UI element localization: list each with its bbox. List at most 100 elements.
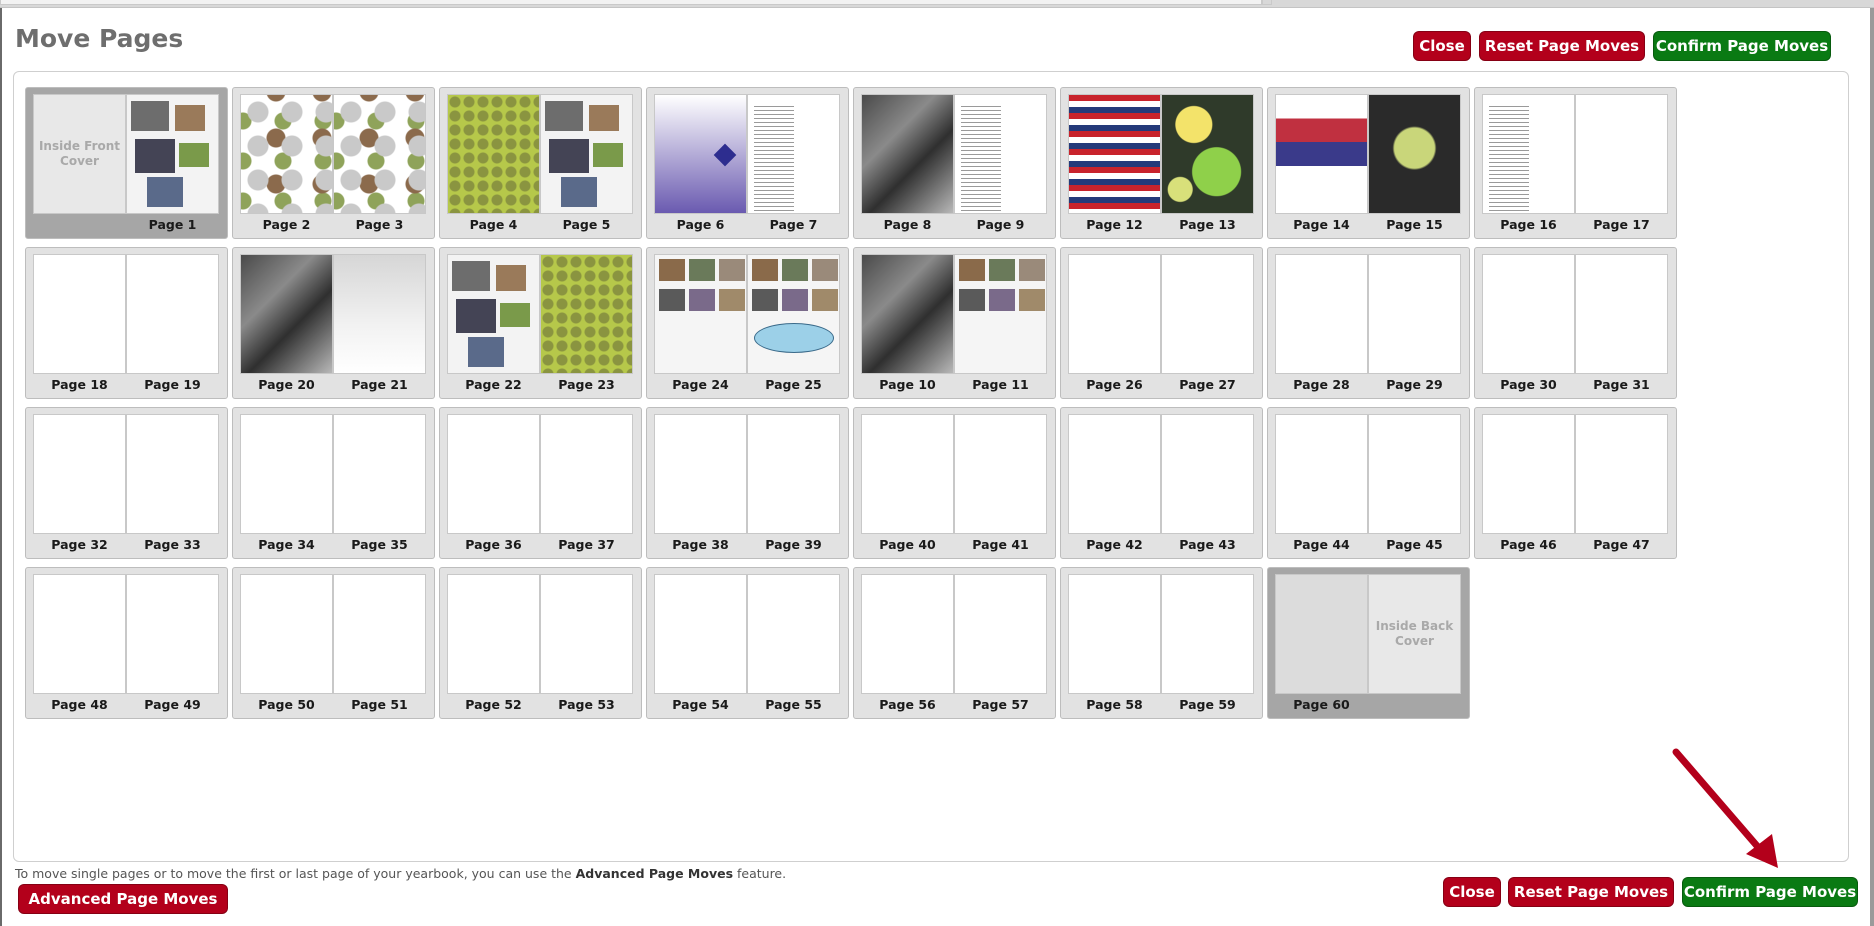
page-spread[interactable]: Page 34 Page 35	[232, 407, 435, 559]
page-thumbnail	[861, 414, 954, 534]
page-spread[interactable]: Page 56 Page 57	[853, 567, 1056, 719]
page-spread[interactable]: Page 38 Page 39	[646, 407, 849, 559]
page-spread[interactable]: Page 58 Page 59	[1060, 567, 1263, 719]
page-spread[interactable]: Page 6 Page 7	[646, 87, 849, 239]
page-thumbnail	[1275, 254, 1368, 374]
page-label: Page 41	[972, 537, 1029, 552]
page-spread[interactable]: Page 24 Page 25	[646, 247, 849, 399]
advanced-page-moves-button[interactable]: Advanced Page Moves	[18, 884, 228, 914]
page-thumbnail	[1068, 94, 1161, 214]
thumbnail-image	[1162, 95, 1253, 213]
page-thumbnail	[333, 254, 426, 374]
page-label: Page 53	[558, 697, 615, 712]
window-scrollbar[interactable]	[1870, 8, 1874, 926]
page-label: Page 34	[258, 537, 315, 552]
close-button-top[interactable]: Close	[1413, 31, 1471, 61]
page-thumbnail	[1575, 254, 1668, 374]
page-label: Page 37	[558, 537, 615, 552]
page-thumbnail	[1368, 94, 1461, 214]
page-spread[interactable]: Page 60 Inside Back Cover	[1267, 567, 1470, 719]
page-thumbnail	[654, 254, 747, 374]
page-label: Page 55	[765, 697, 822, 712]
thumbnail-image	[334, 95, 425, 213]
page-spread[interactable]: Page 52 Page 53	[439, 567, 642, 719]
page-label: Page 23	[558, 377, 615, 392]
browser-tab-strip	[0, 0, 1262, 5]
page-spread[interactable]: Page 50 Page 51	[232, 567, 435, 719]
page-label: Page 40	[879, 537, 936, 552]
page-spread[interactable]: Page 30 Page 31	[1474, 247, 1677, 399]
thumbnail-image	[1069, 95, 1160, 213]
page-spread[interactable]: Page 36 Page 37	[439, 407, 642, 559]
page-spread[interactable]: Page 40 Page 41	[853, 407, 1056, 559]
page-spread[interactable]: Page 42 Page 43	[1060, 407, 1263, 559]
page-thumbnail	[1068, 414, 1161, 534]
thumbnail-image	[241, 95, 332, 213]
page-label: Page 51	[351, 697, 408, 712]
close-button-bottom[interactable]: Close	[1443, 877, 1501, 907]
page-spread[interactable]: Page 8 Page 9	[853, 87, 1056, 239]
reset-page-moves-button-top[interactable]: Reset Page Moves	[1479, 31, 1645, 61]
page-label: Page 25	[765, 377, 822, 392]
page-spread[interactable]: Page 26 Page 27	[1060, 247, 1263, 399]
page-label: Page 20	[258, 377, 315, 392]
page-label: Page 13	[1179, 217, 1236, 232]
page-thumbnail	[654, 94, 747, 214]
page-label: Page 2	[262, 217, 311, 232]
window-left-edge	[0, 8, 2, 926]
page-spread[interactable]: Page 14 Page 15	[1267, 87, 1470, 239]
page-spread[interactable]: Page 2 Page 3	[232, 87, 435, 239]
page-label: Page 35	[351, 537, 408, 552]
page-spread[interactable]: Page 10 Page 11	[853, 247, 1056, 399]
page-spread[interactable]: Inside Front Cover Page 1	[25, 87, 228, 239]
page-spread[interactable]: Page 28 Page 29	[1267, 247, 1470, 399]
page-spread[interactable]: Page 12 Page 13	[1060, 87, 1263, 239]
page-thumbnail	[447, 254, 540, 374]
page-label: Page 47	[1593, 537, 1650, 552]
page-label: Page 5	[562, 217, 611, 232]
page-label: Page 21	[351, 377, 408, 392]
page-spread[interactable]: Page 4 Page 5	[439, 87, 642, 239]
confirm-page-moves-button-top[interactable]: Confirm Page Moves	[1653, 31, 1831, 61]
page-spread[interactable]: Page 32 Page 33	[25, 407, 228, 559]
confirm-page-moves-button-bottom[interactable]: Confirm Page Moves	[1682, 877, 1858, 907]
page-label: Page 14	[1293, 217, 1350, 232]
page-spread[interactable]: Page 16 Page 17	[1474, 87, 1677, 239]
page-thumbnail	[1482, 414, 1575, 534]
page-spread[interactable]: Page 22 Page 23	[439, 247, 642, 399]
page-thumbnail	[240, 414, 333, 534]
page-label: Page 52	[465, 697, 522, 712]
page-spread[interactable]: Page 20 Page 21	[232, 247, 435, 399]
thumbnail-image	[862, 255, 953, 373]
thumbnail-image	[448, 95, 539, 213]
page-spread[interactable]: Page 18 Page 19	[25, 247, 228, 399]
page-spread[interactable]: Page 44 Page 45	[1267, 407, 1470, 559]
page-label: Page 58	[1086, 697, 1143, 712]
window-top-strip	[0, 0, 1874, 8]
page-label: Page 22	[465, 377, 522, 392]
page-thumbnail	[1161, 574, 1254, 694]
thumbnail-image	[655, 255, 746, 373]
page-thumbnail	[240, 254, 333, 374]
page-label: Page 4	[469, 217, 518, 232]
reset-page-moves-button-bottom[interactable]: Reset Page Moves	[1508, 877, 1674, 907]
page-label: Page 18	[51, 377, 108, 392]
page-label: Page 31	[1593, 377, 1650, 392]
page-thumbnail	[126, 574, 219, 694]
page-thumbnail	[1575, 94, 1668, 214]
page-label: Page 43	[1179, 537, 1236, 552]
page-spread[interactable]: Page 46 Page 47	[1474, 407, 1677, 559]
page-spread[interactable]: Page 48 Page 49	[25, 567, 228, 719]
page-label: Page 56	[879, 697, 936, 712]
page-spread[interactable]: Page 54 Page 55	[646, 567, 849, 719]
page-label: Page 59	[1179, 697, 1236, 712]
page-thumbnail	[747, 414, 840, 534]
thumbnail-image	[748, 255, 839, 373]
tab-divider	[1262, 0, 1272, 5]
page-thumbnail	[1575, 414, 1668, 534]
page-thumbnail	[33, 254, 126, 374]
page-thumbnail	[747, 574, 840, 694]
page-thumbnail	[1482, 94, 1575, 214]
page-label: Page 8	[883, 217, 932, 232]
page-label: Page 27	[1179, 377, 1236, 392]
